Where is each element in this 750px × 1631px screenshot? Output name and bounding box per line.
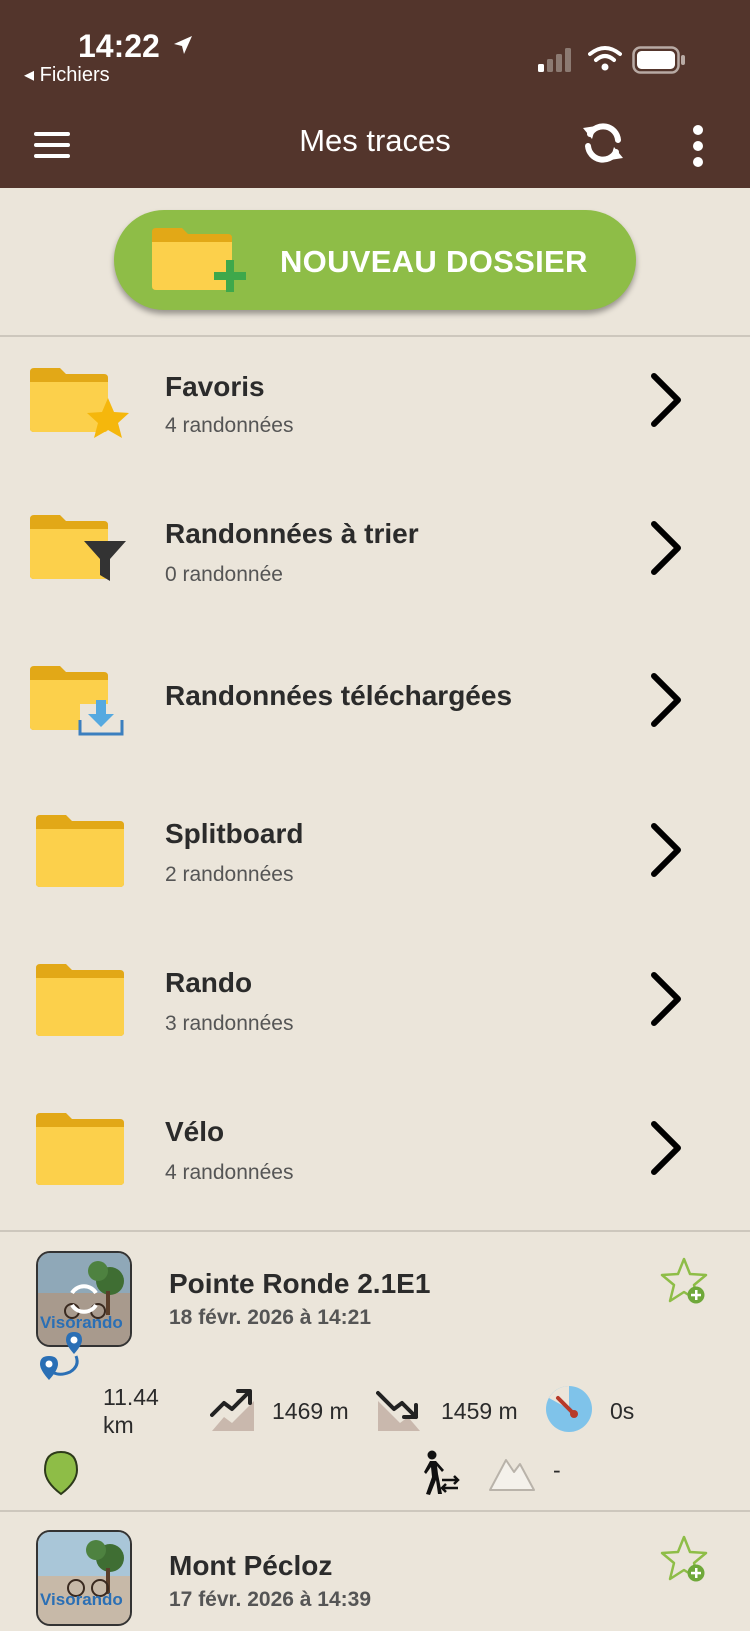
sync-icon[interactable] (580, 120, 626, 166)
back-to-files-link[interactable]: ◂ Fichiers (24, 62, 110, 87)
chevron-right-icon (651, 521, 681, 575)
descent-value: 1459 m (441, 1398, 518, 1424)
add-favorite-star-icon[interactable] (660, 1256, 712, 1308)
hike-thumbnail: Visorando (36, 1530, 132, 1626)
folder-icon (36, 815, 124, 887)
duration-value: 0s (610, 1398, 635, 1424)
hike-card[interactable]: Visorando Mont Pécloz 17 févr. 2026 à 14… (0, 1512, 750, 1631)
folder-row-to-sort[interactable]: Randonnées à trier 0 randonnée (0, 485, 750, 634)
cellular-signal-icon (538, 48, 571, 72)
mountain-difficulty-icon (489, 1459, 535, 1491)
folder-title: Favoris (165, 371, 265, 402)
wifi-icon (588, 46, 622, 71)
new-folder-section: NOUVEAU DOSSIER (0, 188, 750, 336)
new-folder-button[interactable]: NOUVEAU DOSSIER (114, 210, 636, 310)
add-favorite-star-icon[interactable] (660, 1534, 712, 1586)
folder-row-favoris[interactable]: Favoris 4 randonnées (0, 336, 750, 485)
folder-row-rando[interactable]: Rando 3 randonnées (0, 932, 750, 1081)
folder-count: 3 randonnées (165, 1012, 294, 1035)
folder-download-icon (30, 666, 124, 736)
folder-count: 0 randonnée (165, 563, 283, 586)
folder-icon (36, 1113, 124, 1185)
chevron-right-icon (651, 1121, 681, 1175)
page-title: Mes traces (299, 123, 451, 158)
hike-date: 17 févr. 2026 à 14:39 (169, 1588, 372, 1611)
distance-pins-icon (40, 1332, 82, 1380)
folder-count: 2 randonnées (165, 863, 294, 886)
chevron-right-icon (651, 972, 681, 1026)
ascent-value: 1469 m (272, 1398, 349, 1424)
app-bar: Mes traces (0, 95, 750, 188)
visorando-thumbnail-icon (38, 1532, 130, 1624)
chevron-right-icon (651, 823, 681, 877)
hike-title: Mont Pécloz (169, 1550, 333, 1581)
difficulty-value: - (553, 1457, 561, 1483)
chevron-right-icon (651, 373, 681, 427)
chevron-right-icon (651, 673, 681, 727)
distance-value: 11.44 (103, 1384, 159, 1410)
folder-row-splitboard[interactable]: Splitboard 2 randonnées (0, 783, 750, 932)
hike-card[interactable]: Visorando Pointe Ronde 2.1E1 18 févr. 20… (0, 1232, 750, 1510)
distance-unit: km (103, 1412, 134, 1438)
hiker-direction-icon (424, 1450, 460, 1495)
folder-title: Randonnées téléchargées (165, 680, 513, 711)
folder-title: Splitboard (165, 818, 304, 849)
status-bar: 14:22 ◂ Fichiers (0, 0, 750, 95)
folder-count: 4 randonnées (165, 1161, 294, 1184)
folder-add-icon (152, 228, 246, 292)
location-arrow-icon (174, 36, 192, 54)
folder-icon (36, 964, 124, 1036)
folder-filter-icon (30, 515, 126, 581)
folder-row-velo[interactable]: Vélo 4 randonnées (0, 1081, 750, 1230)
hike-title: Pointe Ronde 2.1E1 (169, 1268, 431, 1299)
hike-date: 18 févr. 2026 à 14:21 (169, 1306, 372, 1329)
folder-favorite-icon (30, 368, 129, 438)
folder-count: 4 randonnées (165, 414, 294, 437)
ascent-icon (210, 1389, 254, 1431)
folder-title: Vélo (165, 1116, 225, 1147)
more-options-icon[interactable] (690, 125, 706, 167)
thumbnail-brand-label: Visorando (40, 1590, 123, 1609)
duration-gauge-icon (546, 1386, 592, 1432)
new-folder-label: NOUVEAU DOSSIER (280, 244, 588, 279)
location-pin-icon (43, 1450, 79, 1496)
folder-title: Rando (165, 967, 253, 998)
status-time: 14:22 (78, 28, 160, 64)
folder-row-downloaded[interactable]: Randonnées téléchargées (0, 634, 750, 783)
battery-icon (632, 46, 685, 74)
folder-title: Randonnées à trier (165, 518, 419, 549)
descent-icon (376, 1391, 420, 1431)
